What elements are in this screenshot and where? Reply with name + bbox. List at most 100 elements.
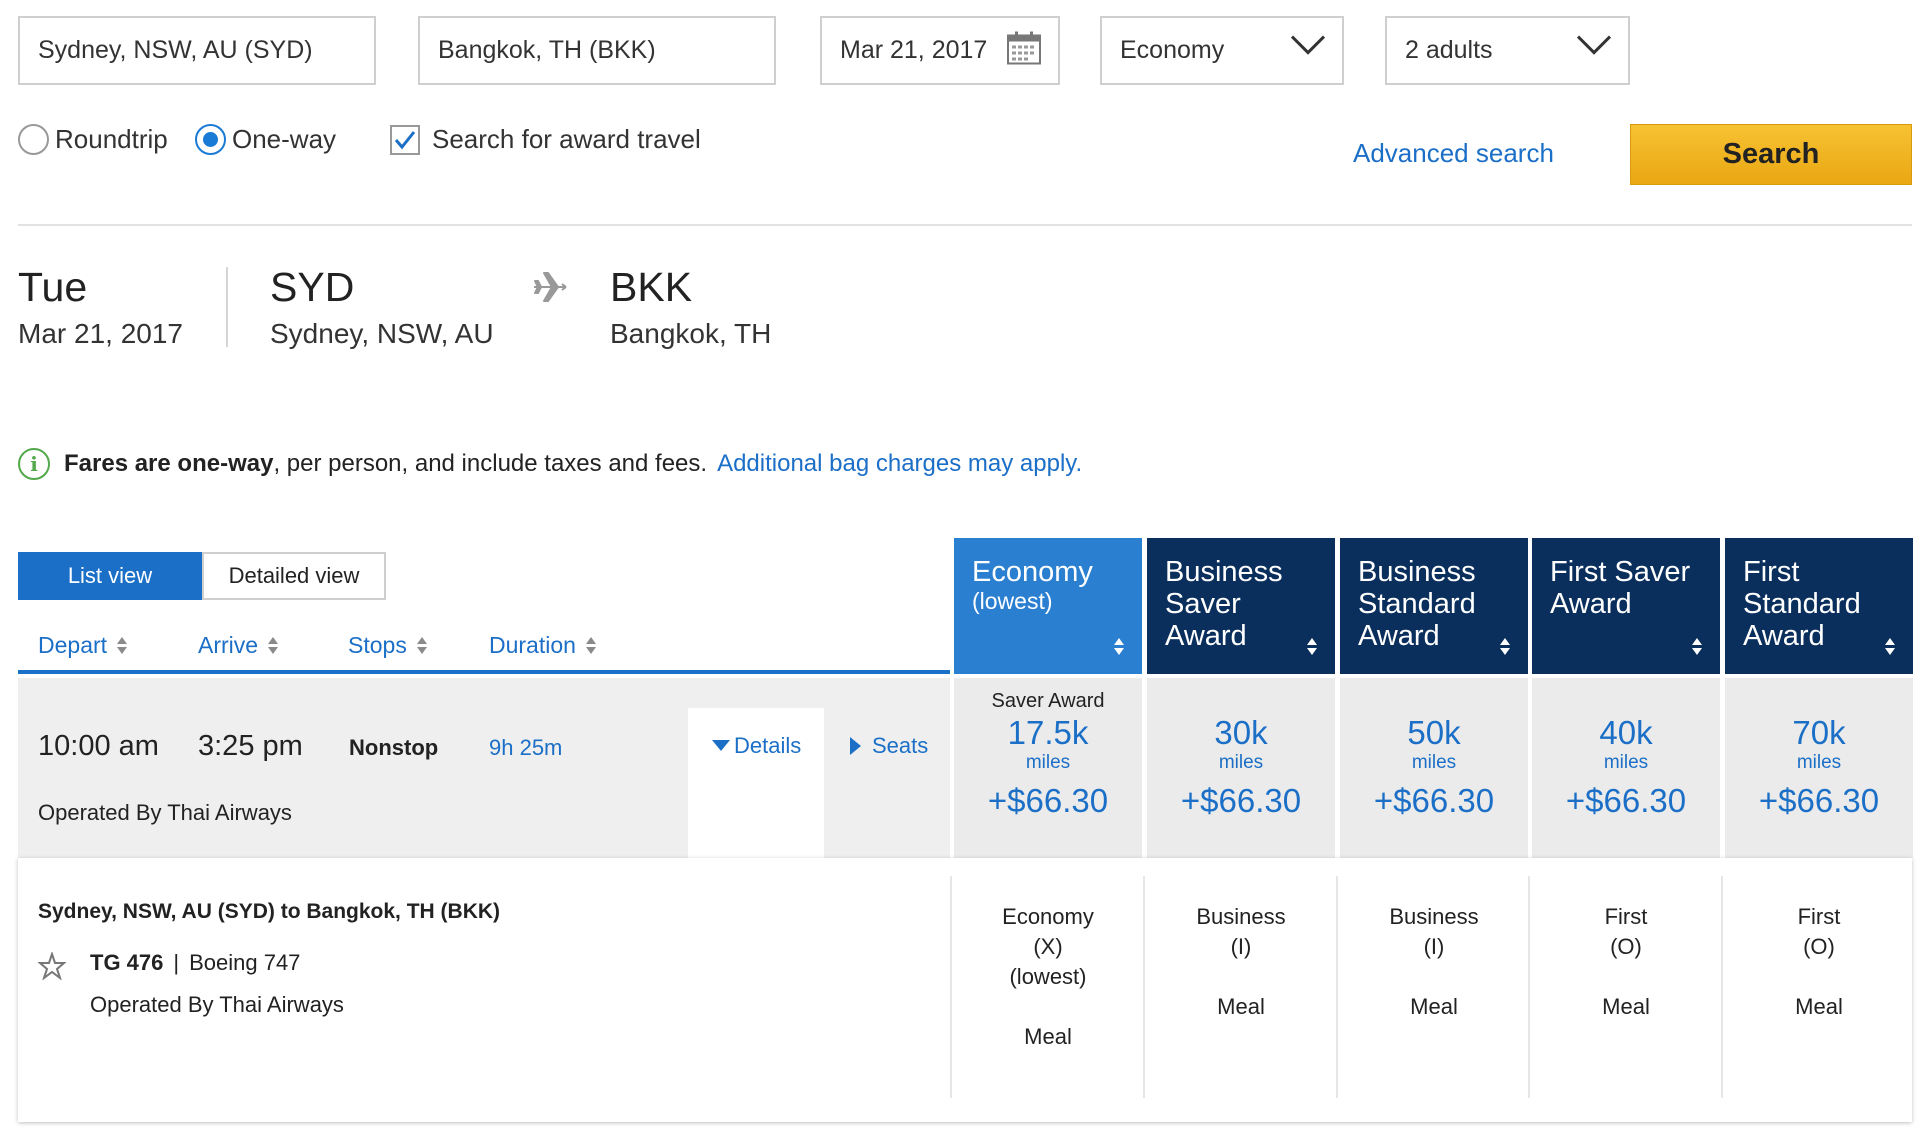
sort-icon [1307,638,1317,656]
column-title: Economy [972,556,1093,588]
fare-miles-unit: miles [1218,752,1264,773]
bag-charges-link[interactable]: Additional bag charges may apply. [717,450,1082,478]
fare-cell-economy[interactable]: Saver Award 17.5k miles +$66.30 [954,678,1142,858]
flight-separator: | [173,950,180,975]
sort-duration[interactable]: Duration [489,632,596,659]
sort-depart[interactable]: Depart [38,632,128,659]
chevron-down-icon [1576,33,1612,62]
destination-city: Bangkok, TH [610,318,772,349]
column-divider [1528,876,1530,1098]
booking-code: (I) [1230,934,1252,959]
divider [18,224,1912,226]
sort-arrive-label: Arrive [198,632,259,658]
sort-depart-label: Depart [38,632,108,658]
booking-code: (O) [1610,934,1642,959]
fare-miles: 30k [1214,714,1268,751]
meal-label: Meal [1217,994,1265,1019]
column-title: Business [1358,556,1476,588]
column-title-2: Saver [1165,588,1241,620]
search-button[interactable]: Search [1630,124,1912,185]
cabin-name: First [1604,904,1648,929]
award-checkbox[interactable] [390,124,420,155]
cabin-note: (lowest) [1009,964,1087,989]
stops-value: Nonstop [349,735,439,760]
column-title-3: Award [1743,620,1825,652]
cabin-info-first-saver: First (O) Meal [1532,876,1720,1098]
fare-notice: i Fares are one-way , per person, and in… [18,448,1082,480]
fare-miles: 50k [1407,714,1461,751]
route-day: Tue [18,264,88,310]
fare-column-business-saver[interactable]: Business Saver Award [1147,538,1335,674]
destination-code: BKK [610,264,693,310]
seats-link[interactable]: Seats [850,733,928,759]
sort-stops[interactable]: Stops [348,632,427,659]
chevron-down-icon [1290,33,1326,62]
meal-label: Meal [1410,994,1458,1019]
segment-operated-by: Operated By Thai Airways [90,992,344,1017]
passengers-value: 2 adults [1405,36,1493,64]
details-tab-bg [688,708,824,858]
column-title: First [1743,556,1800,588]
cabin-info-first-standard: First (O) Meal [1725,876,1913,1098]
fare-column-business-standard[interactable]: Business Standard Award [1340,538,1528,674]
passengers-select[interactable]: 2 adults [1385,16,1630,85]
sort-icon [416,636,427,655]
oneway-option[interactable]: One-way [195,124,336,155]
header-underline [18,670,950,674]
notice-text: , per person, and include taxes and fees… [273,450,708,477]
column-divider [950,876,952,1098]
sort-arrive[interactable]: Arrive [198,632,279,659]
fare-cell-first-saver[interactable]: 40k miles +$66.30 [1532,678,1720,858]
oneway-radio[interactable] [195,124,226,155]
fare-miles-unit: miles [1603,752,1649,773]
oneway-label: One-way [232,124,337,154]
award-label: Search for award travel [432,124,701,154]
fare-cell-business-saver[interactable]: 30k miles +$66.30 [1147,678,1335,858]
column-title-2: Award [1550,588,1632,620]
checkmark-icon [394,130,416,149]
award-option[interactable]: Search for award travel [390,124,701,155]
origin-field[interactable]: Sydney, NSW, AU (SYD) [18,16,376,85]
cabin-name: Economy [1002,904,1094,929]
cabin-select[interactable]: Economy [1100,16,1344,85]
destination-value: Bangkok, TH (BKK) [438,36,656,64]
calendar-icon[interactable] [1006,29,1042,72]
fare-column-first-standard[interactable]: First Standard Award [1725,538,1913,674]
roundtrip-label: Roundtrip [55,124,168,154]
date-field[interactable]: Mar 21, 2017 [820,16,1060,85]
roundtrip-radio[interactable] [18,124,49,155]
booking-code: (X) [1033,934,1063,959]
route-date: Mar 21, 2017 [18,318,183,349]
list-view-tab[interactable]: List view [18,552,202,600]
fare-column-first-saver[interactable]: First Saver Award [1532,538,1720,674]
date-value: Mar 21, 2017 [840,36,988,64]
segment-flight-info: TG 476 | Boeing 747 [90,950,300,976]
airplane-icon [532,270,568,309]
origin-city: Sydney, NSW, AU [270,318,494,349]
sort-icon [268,636,279,655]
column-divider [1721,876,1723,1098]
column-divider [1336,876,1338,1098]
fare-miles: 70k [1792,714,1846,751]
sort-icon [1114,638,1124,656]
booking-code: (I) [1423,934,1445,959]
flight-number: TG 476 [90,950,164,975]
star-alliance-icon [37,950,67,985]
fare-cell-business-standard[interactable]: 50k miles +$66.30 [1340,678,1528,858]
cabin-name: Business [1389,904,1479,929]
roundtrip-option[interactable]: Roundtrip [18,124,168,155]
advanced-search-link[interactable]: Advanced search [1353,138,1554,169]
details-link[interactable]: Details [712,733,801,759]
cabin-info-business-saver: Business (I) Meal [1147,876,1335,1098]
destination-field[interactable]: Bangkok, TH (BKK) [418,16,776,85]
cabin-info-economy: Economy (X) (lowest) Meal [954,876,1142,1098]
details-label: Details [734,733,802,758]
fare-tax: +$66.30 [1758,782,1880,819]
column-subtitle: (lowest) [972,588,1053,614]
fare-cell-first-standard[interactable]: 70k miles +$66.30 [1725,678,1913,858]
arrive-time: 3:25 pm [198,730,303,762]
fare-column-economy[interactable]: Economy (lowest) [954,538,1142,674]
fare-tax: +$66.30 [1565,782,1687,819]
column-title: Business [1165,556,1283,588]
detailed-view-tab[interactable]: Detailed view [202,552,386,600]
